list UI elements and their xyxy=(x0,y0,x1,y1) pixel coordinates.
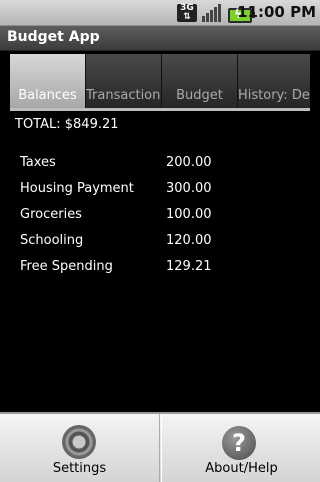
list-item[interactable]: Groceries 100.00 xyxy=(20,207,280,233)
app-title-bar: Budget App xyxy=(0,26,320,51)
tab-bar: Balances Transactions Budget History: De… xyxy=(10,54,310,110)
list-item[interactable]: Schooling 120.00 xyxy=(20,233,280,259)
tab-label: History: Dec xyxy=(238,88,310,103)
item-name: Taxes xyxy=(20,155,56,170)
tab-transactions[interactable]: Transactions xyxy=(86,54,162,108)
item-name: Housing Payment xyxy=(20,181,134,196)
settings-gear-icon xyxy=(62,425,96,459)
list-item[interactable]: Free Spending 129.21 xyxy=(20,259,280,285)
tab-balances[interactable]: Balances xyxy=(10,54,86,108)
tab-label: Balances xyxy=(18,88,77,103)
tab-underline xyxy=(10,108,310,111)
clock-time: 11:00 PM xyxy=(237,3,316,21)
app-title: Budget App xyxy=(7,29,100,45)
settings-label: Settings xyxy=(52,461,107,476)
item-amount: 120.00 xyxy=(166,233,212,248)
tab-label: Transactions xyxy=(86,88,162,103)
item-name: Groceries xyxy=(20,207,82,222)
status-bar: 3G ⇅ ϟ 11:00 PM xyxy=(0,0,320,26)
item-amount: 200.00 xyxy=(166,155,212,170)
options-menu: Settings ? About/Help xyxy=(0,412,320,482)
tab-budget[interactable]: Budget xyxy=(162,54,238,108)
item-amount: 100.00 xyxy=(166,207,212,222)
tab-label: Budget xyxy=(176,88,223,103)
item-amount: 300.00 xyxy=(166,181,212,196)
balance-list: Taxes 200.00 Housing Payment 300.00 Groc… xyxy=(20,155,280,285)
item-name: Free Spending xyxy=(20,259,113,274)
about-help-label: About/Help xyxy=(205,461,278,476)
about-help-button[interactable]: ? About/Help xyxy=(161,414,320,482)
item-amount: 129.21 xyxy=(166,259,212,274)
list-item[interactable]: Housing Payment 300.00 xyxy=(20,181,280,207)
network-3g-icon: 3G ⇅ xyxy=(177,4,197,22)
signal-strength-icon xyxy=(202,4,222,22)
tab-history[interactable]: History: Dec xyxy=(238,54,310,108)
item-name: Schooling xyxy=(20,233,84,248)
balance-total: TOTAL: $849.21 xyxy=(15,117,119,132)
list-item[interactable]: Taxes 200.00 xyxy=(20,155,280,181)
network-type: 3G xyxy=(180,3,194,13)
settings-button[interactable]: Settings xyxy=(0,414,160,482)
help-question-icon: ? xyxy=(222,426,256,460)
